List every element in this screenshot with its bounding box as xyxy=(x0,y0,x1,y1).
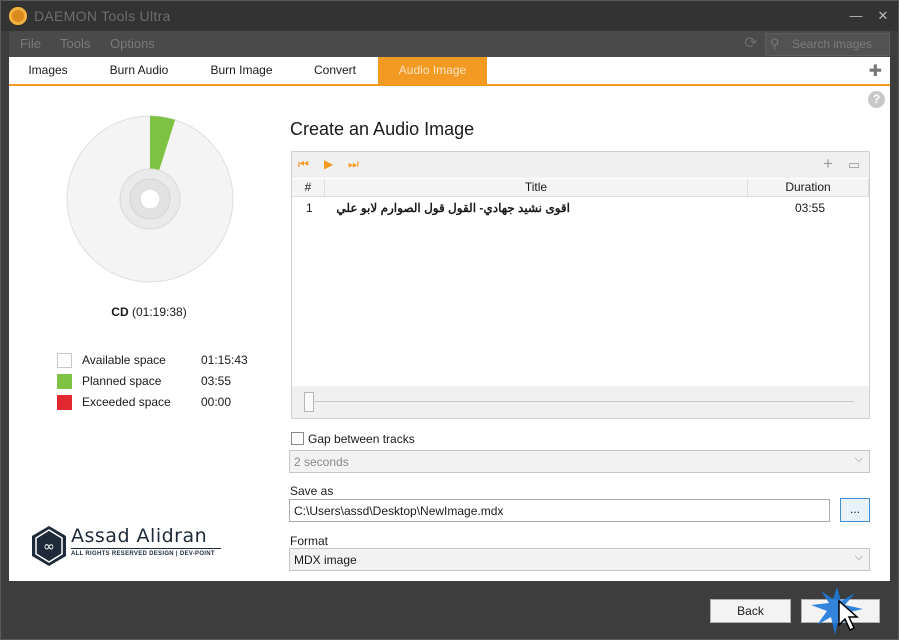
track-duration: 03:55 xyxy=(795,201,826,215)
title-bar: DAEMON Tools Ultra — ✕ xyxy=(1,1,898,31)
legend-value: 00:00 xyxy=(201,395,232,409)
column-header-duration[interactable]: Duration xyxy=(748,179,869,197)
disc-type: CD xyxy=(111,305,129,319)
column-header-number[interactable]: # xyxy=(292,179,325,197)
tab-convert[interactable]: Convert xyxy=(292,57,378,84)
main-panel: ? CD (01:19:38) Available space 01:15:43… xyxy=(9,86,890,581)
track-position-bar xyxy=(292,386,869,418)
skip-forward-icon[interactable]: ⏭ xyxy=(348,157,359,172)
legend-value: 01:15:43 xyxy=(201,353,248,367)
menu-tools[interactable]: Tools xyxy=(60,36,90,51)
disc-capacity: (01:19:38) xyxy=(131,305,187,319)
save-as-value: C:\Users\assd\Desktop\NewImage.mdx xyxy=(294,504,504,518)
position-slider-track xyxy=(306,401,854,402)
watermark-divider xyxy=(71,548,221,549)
legend-exceeded: Exceeded space 00:00 xyxy=(57,394,257,412)
column-header-title[interactable]: Title xyxy=(325,179,748,197)
play-icon[interactable]: ▶ xyxy=(324,157,333,171)
search-placeholder: Search images xyxy=(792,37,873,51)
watermark-name: Assad Alidran xyxy=(71,525,208,547)
legend-value: 03:55 xyxy=(201,374,232,388)
add-tab-icon[interactable]: ✚ xyxy=(869,61,882,81)
skip-back-icon[interactable]: ⏮ xyxy=(298,157,309,172)
app-window: DAEMON Tools Ultra — ✕ File Tools Option… xyxy=(0,0,899,640)
close-button[interactable]: ✕ xyxy=(871,5,895,27)
minimize-button[interactable]: — xyxy=(844,5,868,27)
chevron-down-icon: ⌵ xyxy=(854,453,863,465)
search-icon: ⚲ xyxy=(770,36,780,51)
track-title: اقوى نشيد جهادي- القول قول الصوارم لابو … xyxy=(336,201,570,215)
track-number: 1 xyxy=(306,201,313,215)
tab-audio-image[interactable]: Audio Image xyxy=(378,57,487,84)
add-track-icon[interactable]: + xyxy=(823,154,833,174)
position-slider-thumb[interactable] xyxy=(304,392,314,412)
save-as-label: Save as xyxy=(290,484,334,498)
menu-file[interactable]: File xyxy=(20,36,41,51)
tab-burn-image[interactable]: Burn Image xyxy=(191,57,292,84)
legend-swatch-planned xyxy=(57,374,72,389)
save-as-input[interactable]: C:\Users\assd\Desktop\NewImage.mdx xyxy=(289,499,830,522)
help-icon[interactable]: ? xyxy=(868,91,885,108)
tab-burn-audio[interactable]: Burn Audio xyxy=(87,57,191,84)
watermark-tagline: ALL RIGHTS RESERVED DESIGN | DEV-POINT xyxy=(71,551,215,557)
gap-label: Gap between tracks xyxy=(308,432,415,446)
tab-images[interactable]: Images xyxy=(9,57,87,84)
back-button[interactable]: Back xyxy=(710,599,791,623)
chevron-down-icon: ⌵ xyxy=(854,551,863,563)
legend-planned: Planned space 03:55 xyxy=(57,373,257,391)
page-title: Create an Audio Image xyxy=(290,119,475,139)
legend-label: Planned space xyxy=(82,374,162,388)
watermark-logo: ∞ Assad Alidran ALL RIGHTS RESERVED DESI… xyxy=(31,523,231,571)
legend-available: Available space 01:15:43 xyxy=(57,352,257,370)
tab-bar: Images Burn Audio Burn Image Convert Aud… xyxy=(9,57,890,86)
disc-usage-graphic xyxy=(66,115,234,283)
gap-select-value: 2 seconds xyxy=(294,455,349,469)
format-label: Format xyxy=(290,534,329,548)
menu-bar: File Tools Options ⟳ ⚲ Search images xyxy=(9,31,890,57)
refresh-icon[interactable]: ⟳ xyxy=(742,35,760,53)
daemon-logo-icon xyxy=(9,7,27,25)
legend-swatch-exceeded xyxy=(57,395,72,410)
legend-label: Available space xyxy=(82,353,166,367)
mouse-cursor-icon xyxy=(811,587,863,635)
legend-label: Exceeded space xyxy=(82,395,171,409)
search-input[interactable]: ⚲ Search images xyxy=(765,33,890,56)
legend-swatch-available xyxy=(57,353,72,368)
svg-text:∞: ∞ xyxy=(43,539,55,555)
format-select[interactable]: MDX image ⌵ xyxy=(289,548,870,571)
gap-checkbox[interactable] xyxy=(291,432,304,445)
track-toolbar: ⏮ ▶ ⏭ + ▭ xyxy=(292,152,869,178)
app-title: DAEMON Tools Ultra xyxy=(34,8,171,24)
remove-track-icon[interactable]: ▭ xyxy=(848,157,860,173)
format-select-value: MDX image xyxy=(294,553,357,567)
hexagon-logo-icon: ∞ xyxy=(32,526,66,566)
track-list-panel: ⏮ ▶ ⏭ + ▭ # Title Duration 1 اقوى نشيد ج… xyxy=(291,151,870,419)
menu-options[interactable]: Options xyxy=(110,36,155,51)
disc-capacity-label: CD (01:19:38) xyxy=(69,305,229,319)
gap-select[interactable]: 2 seconds ⌵ xyxy=(289,450,870,473)
browse-button[interactable]: ... xyxy=(840,498,870,522)
